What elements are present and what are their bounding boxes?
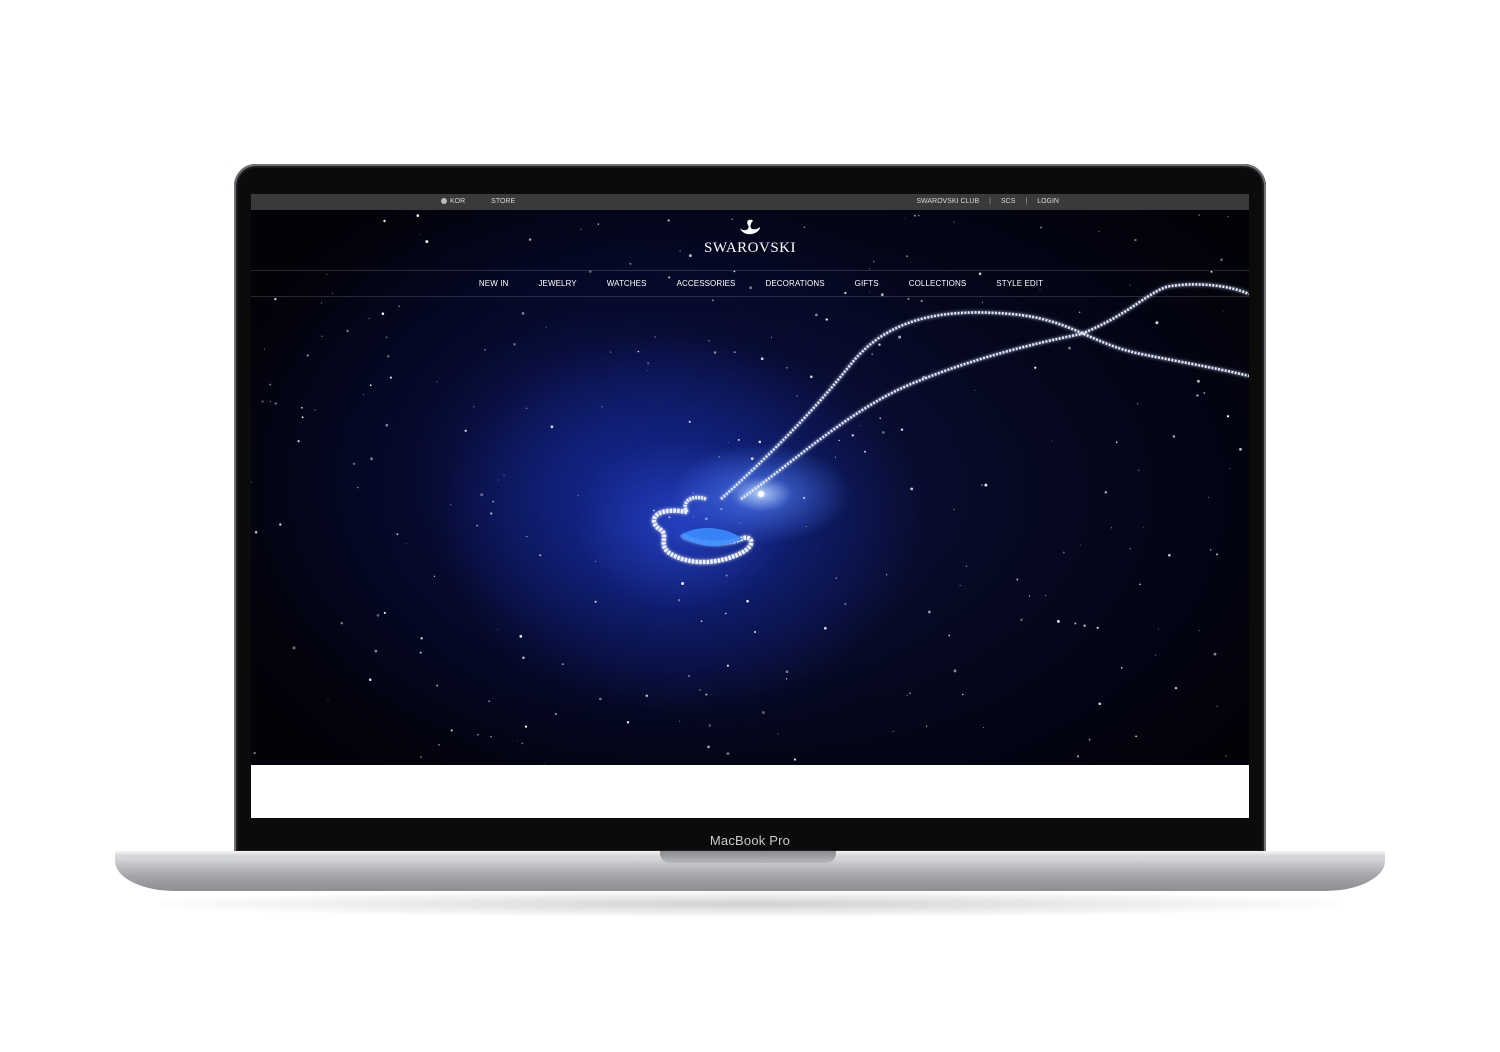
site-logo[interactable]: SWAROVSKI (251, 218, 1249, 257)
nav-item-collections[interactable]: COLLECTIONS (909, 271, 967, 296)
scs-link[interactable]: SCS (1001, 194, 1015, 210)
globe-icon (441, 197, 447, 204)
separator: | (989, 198, 991, 205)
utility-bar: KOR STORE SWAROVSKI CLUB | SCS | LOGIN (251, 194, 1249, 210)
content-area-below-hero (251, 765, 1249, 818)
swan-icon (740, 219, 760, 235)
swarovski-club-link[interactable]: SWAROVSKI CLUB (916, 194, 979, 210)
laptop-lid-notch (660, 851, 836, 863)
nav-item-decorations[interactable]: DECORATIONS (765, 271, 824, 296)
laptop-screen: KOR STORE SWAROVSKI CLUB | SCS | LOGIN S… (251, 194, 1249, 818)
nav-item-new-in[interactable]: NEW IN (479, 271, 509, 296)
store-link[interactable]: STORE (491, 194, 515, 210)
nav-item-accessories[interactable]: ACCESSORIES (677, 271, 736, 296)
main-nav: NEW IN JEWELRY WATCHES ACCESSORIES DECORATIO… (251, 270, 1249, 297)
nav-item-jewelry[interactable]: JEWELRY (538, 271, 576, 296)
device-label: MacBook Pro (709, 833, 791, 848)
language-selector[interactable]: KOR (441, 194, 465, 210)
laptop-shadow (160, 891, 1340, 917)
separator: | (1025, 198, 1028, 205)
login-link[interactable]: LOGIN (1037, 194, 1059, 210)
logo-wordmark: SWAROVSKI (703, 240, 796, 256)
nav-item-style-edit[interactable]: STYLE EDIT (996, 271, 1043, 296)
hero-banner[interactable]: KOR STORE SWAROVSKI CLUB | SCS | LOGIN S… (251, 194, 1249, 765)
nav-item-watches[interactable]: WATCHES (607, 271, 647, 296)
nav-item-gifts[interactable]: GIFTS (855, 271, 879, 296)
